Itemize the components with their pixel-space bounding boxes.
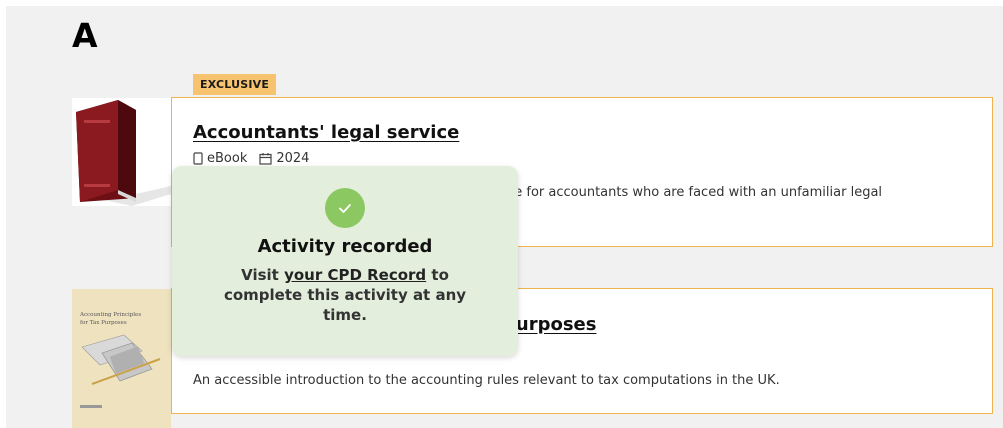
- year-label: 2024: [276, 151, 310, 166]
- calendar-icon: [259, 153, 272, 165]
- cover-title-line: Accounting Principles: [79, 312, 141, 318]
- activity-recorded-toast: Activity recorded Visit your CPD Record …: [172, 166, 518, 356]
- product-description: de for accountants who are faced with an…: [506, 185, 883, 200]
- cpd-record-link[interactable]: your CPD Record: [284, 266, 426, 284]
- product-description: An accessible introduction to the accoun…: [193, 373, 780, 388]
- check-circle-icon: [325, 188, 365, 228]
- exclusive-badge: EXCLUSIVE: [193, 74, 277, 95]
- toast-title: Activity recorded: [257, 236, 433, 257]
- section-letter-heading: A: [72, 16, 98, 55]
- product-title-link[interactable]: Accountants' legal service: [193, 122, 459, 143]
- toast-message-prefix: Visit: [241, 266, 285, 284]
- toast-message: Visit your CPD Record to complete this a…: [212, 265, 478, 325]
- year-meta: 2024: [259, 151, 309, 166]
- cover-title-line: for Tax Purposes: [80, 320, 127, 326]
- product-meta: eBook 2024: [193, 151, 309, 166]
- red-binder-book-cover: [76, 100, 171, 206]
- format-label: eBook: [207, 151, 248, 166]
- book-thumbnail[interactable]: [72, 98, 171, 206]
- book-thumbnail[interactable]: Accounting Principles for Tax Purposes: [72, 289, 171, 428]
- accounting-principles-book-cover: Accounting Principles for Tax Purposes: [72, 289, 171, 428]
- format-meta: eBook: [193, 151, 247, 166]
- ebook-icon: [193, 152, 203, 165]
